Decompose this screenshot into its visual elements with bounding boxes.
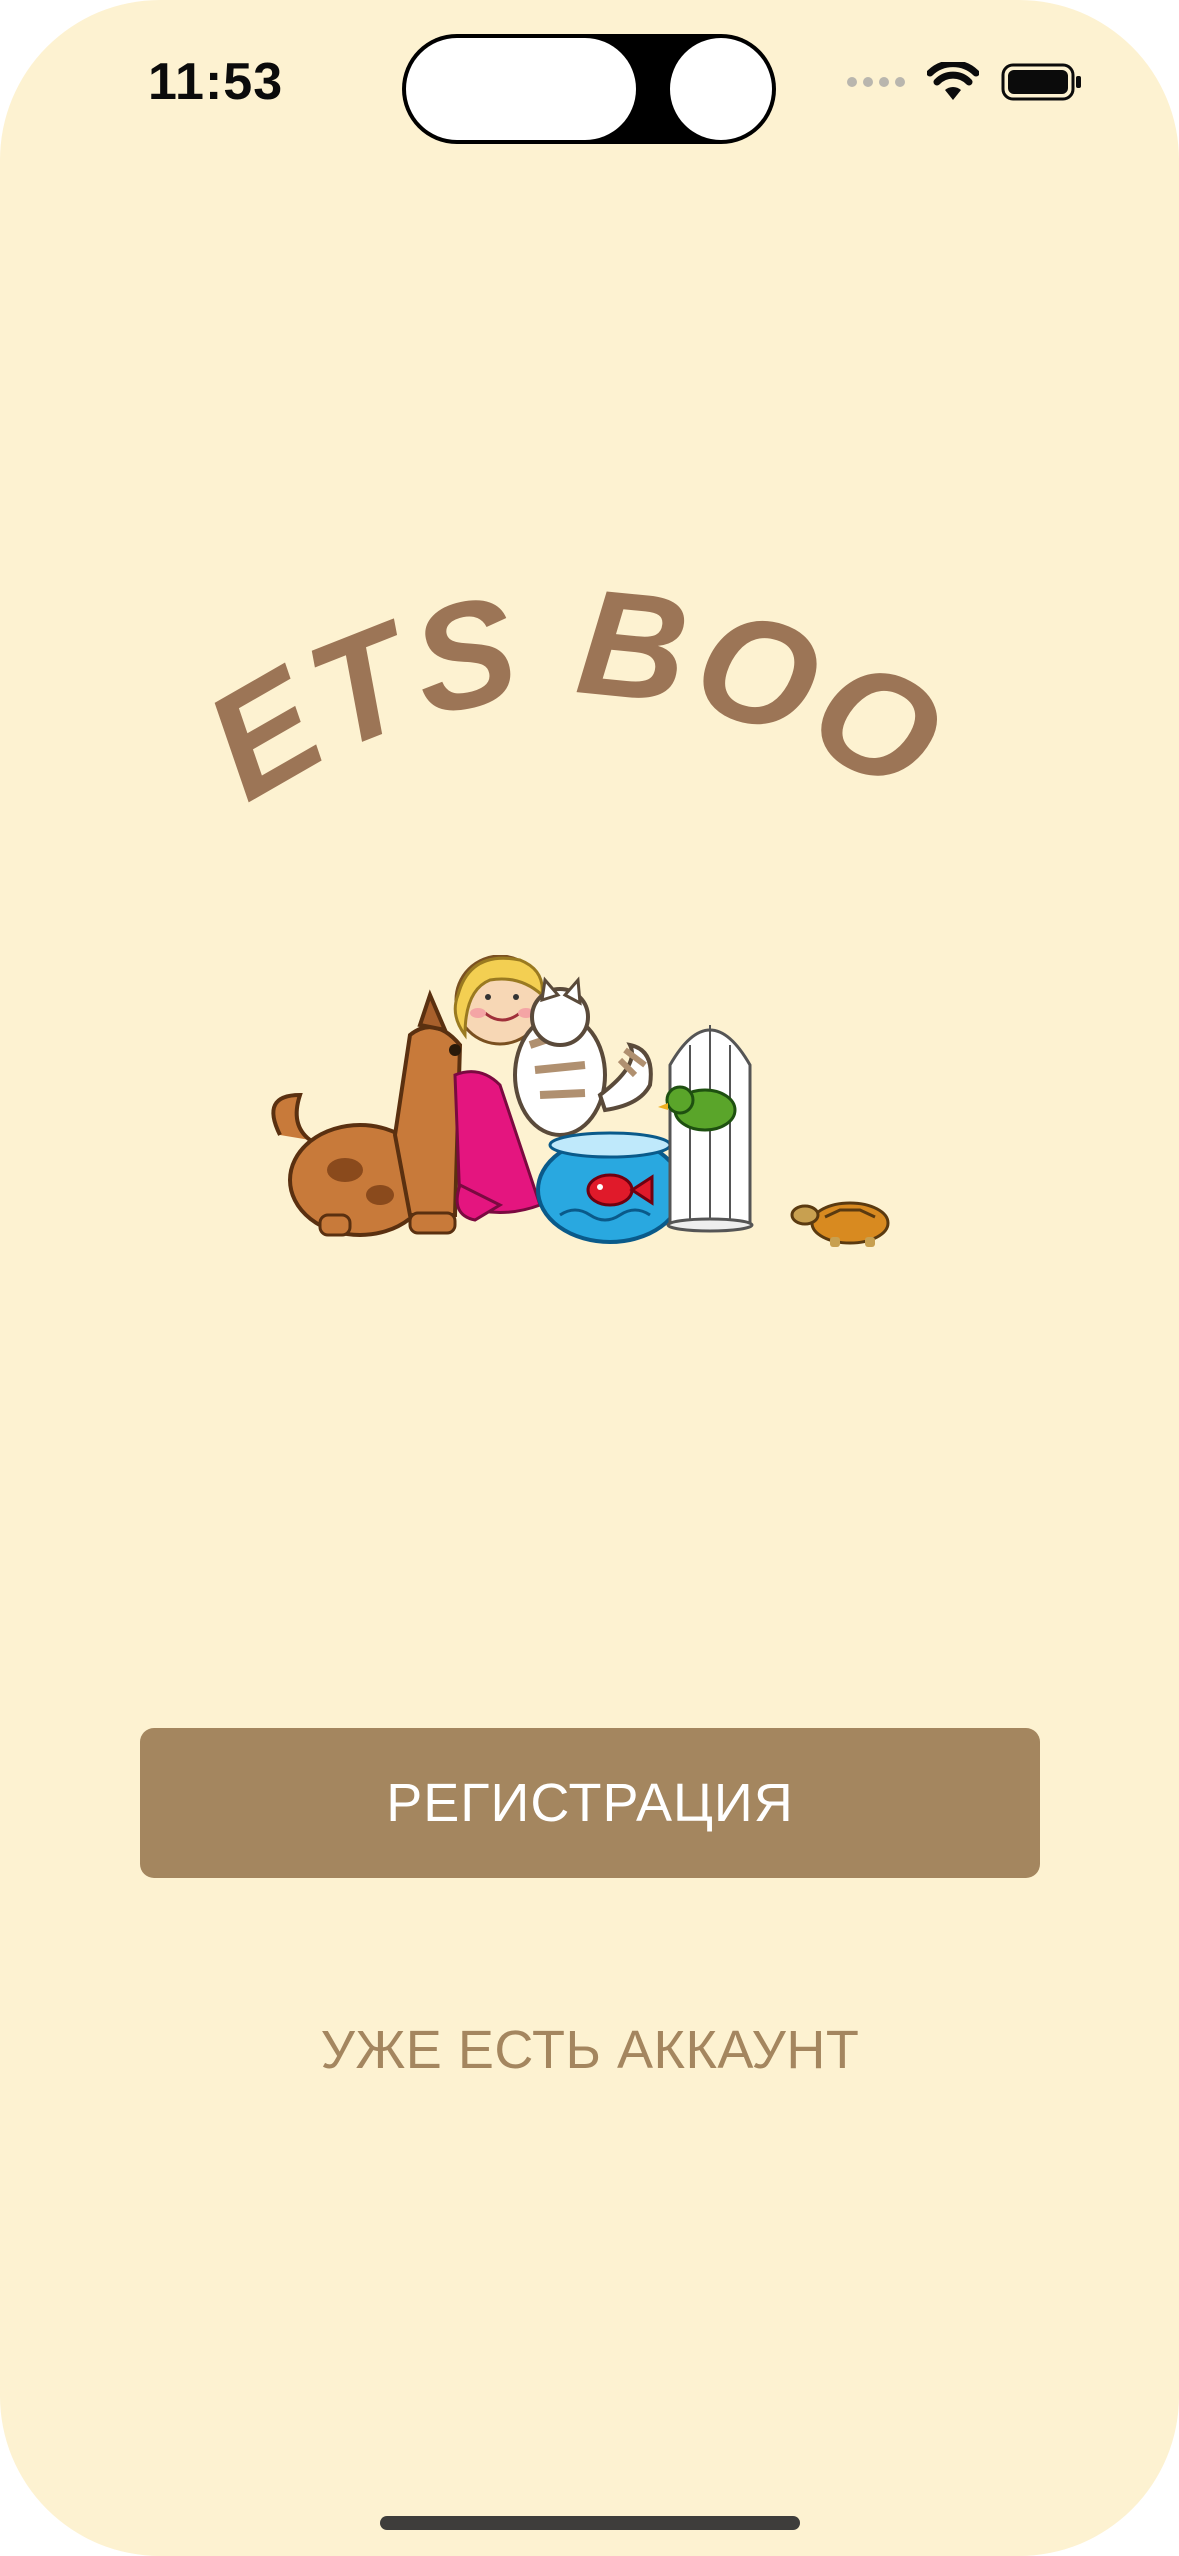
dynamic-island [402, 34, 776, 144]
status-icons [847, 62, 1083, 102]
app-title: PETS BOOK [144, 424, 968, 860]
island-pill-right [670, 38, 772, 140]
register-button[interactable]: РЕГИСТРАЦИЯ [140, 1728, 1040, 1878]
birdcage-icon [658, 1025, 754, 1233]
svg-text:PETS BOOK: PETS BOOK [200, 560, 960, 831]
fishbowl-icon [536, 1131, 684, 1244]
dog-icon [271, 989, 463, 1237]
status-time: 11:53 [148, 53, 284, 111]
turtle-icon [790, 1201, 890, 1247]
girl-with-pets-illustration [260, 954, 900, 1275]
app-title-text: PETS BOOK [144, 424, 968, 831]
already-have-account-link[interactable]: УЖЕ ЕСТЬ АККАУНТ [240, 2010, 940, 2090]
signal-dots-icon [847, 77, 905, 87]
home-indicator[interactable] [380, 2516, 800, 2530]
cat-icon [513, 976, 653, 1137]
island-pill-left [406, 38, 636, 140]
wifi-icon [927, 62, 979, 100]
battery-icon [1001, 63, 1081, 101]
app-screen: 11:53 PETS BOOK [0, 0, 1179, 2556]
